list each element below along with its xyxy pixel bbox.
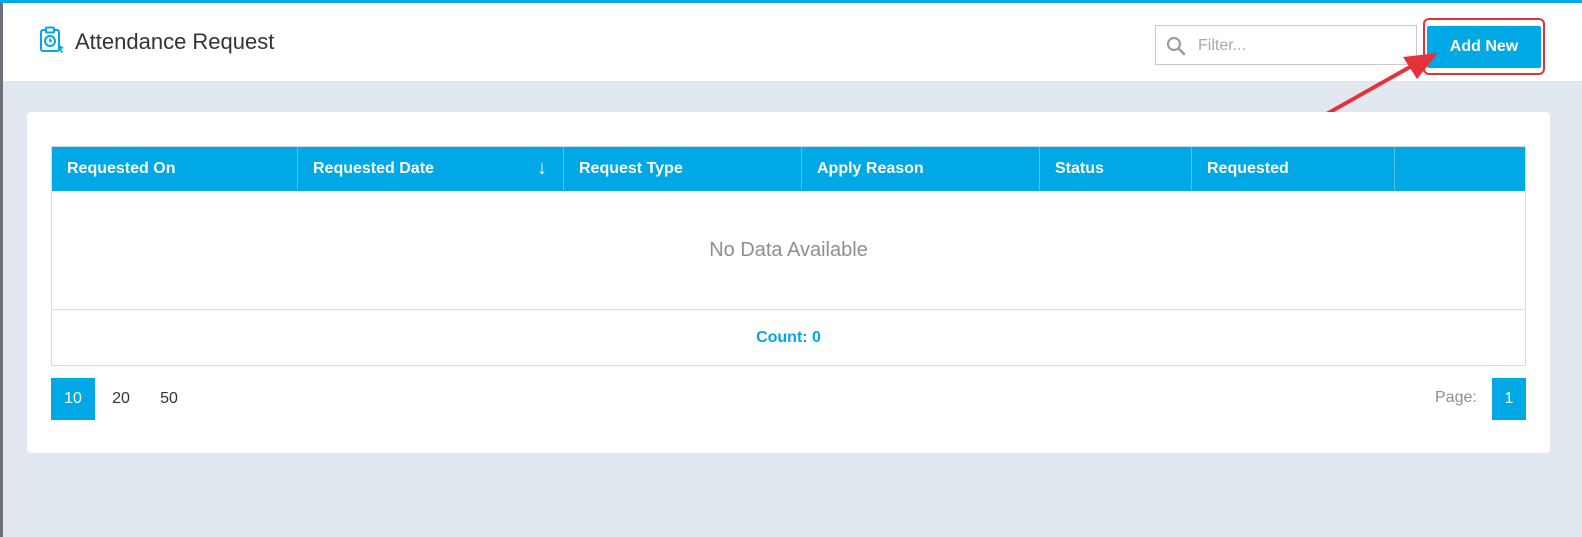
column-label: Requested On xyxy=(67,160,176,177)
page-size-10-button[interactable]: 10 xyxy=(51,378,95,420)
attendance-clipboard-icon xyxy=(40,26,64,53)
attendance-request-grid: Requested On Requested Date ↓ Request Typ… xyxy=(51,146,1526,366)
column-requested-on[interactable]: Requested On xyxy=(52,147,298,191)
column-label: Status xyxy=(1055,160,1104,177)
search-icon xyxy=(1166,36,1186,56)
column-status[interactable]: Status xyxy=(1040,147,1192,191)
column-request-type[interactable]: Request Type xyxy=(564,147,802,191)
column-label: Requested xyxy=(1207,160,1289,177)
content-card: Requested On Requested Date ↓ Request Typ… xyxy=(27,112,1550,453)
grid-header-row: Requested On Requested Date ↓ Request Typ… xyxy=(52,147,1525,191)
column-apply-reason[interactable]: Apply Reason xyxy=(802,147,1040,191)
column-label: Requested Date xyxy=(313,160,434,177)
column-label: Apply Reason xyxy=(817,160,924,177)
sort-descending-icon[interactable]: ↓ xyxy=(537,157,547,180)
column-actions xyxy=(1395,147,1525,191)
page-size-selector: 10 20 50 xyxy=(51,378,195,420)
page-title: Attendance Request xyxy=(75,29,275,54)
row-count: Count: 0 xyxy=(756,328,821,346)
page-size-50-button[interactable]: 50 xyxy=(147,378,191,420)
column-requested-date[interactable]: Requested Date ↓ xyxy=(298,147,564,191)
page-size-20-button[interactable]: 20 xyxy=(99,378,143,420)
page-label: Page: xyxy=(1435,389,1477,406)
empty-message: No Data Available xyxy=(52,191,1525,310)
column-label: Request Type xyxy=(579,160,683,177)
page-1-button[interactable]: 1 xyxy=(1492,378,1526,420)
column-requested[interactable]: Requested xyxy=(1192,147,1395,191)
